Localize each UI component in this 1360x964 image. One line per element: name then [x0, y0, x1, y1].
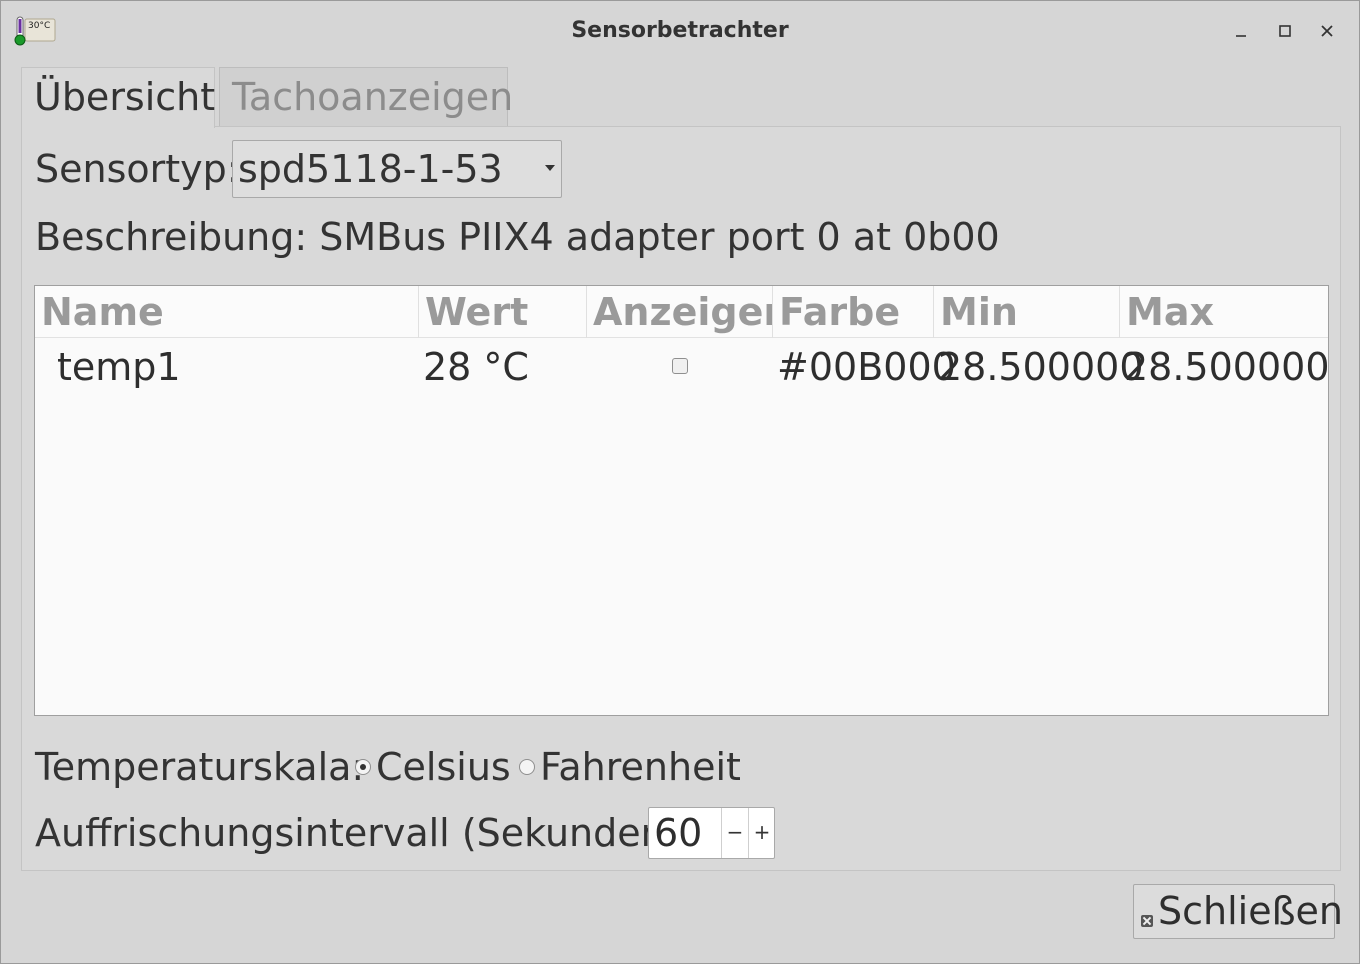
- sensor-type-value: spd5118-1-53: [238, 147, 503, 191]
- table-header: Name Wert Anzeigen Farbe Min Max: [35, 286, 1328, 338]
- fahrenheit-radio[interactable]: [519, 759, 535, 775]
- increment-button[interactable]: +: [748, 808, 775, 858]
- celsius-label[interactable]: Celsius: [376, 745, 511, 789]
- column-header-max[interactable]: Max: [1120, 286, 1328, 338]
- column-header-farbe[interactable]: Farbe: [773, 286, 934, 338]
- window-title: Sensorbetrachter: [571, 18, 789, 43]
- close-button-label: Schließen: [1158, 889, 1343, 933]
- maximize-button[interactable]: [1269, 15, 1301, 47]
- tab-uebersicht[interactable]: Übersicht: [21, 67, 215, 128]
- close-button[interactable]: Schließen: [1133, 884, 1343, 939]
- column-header-wert[interactable]: Wert: [419, 286, 587, 338]
- minimize-button[interactable]: [1225, 15, 1257, 47]
- refresh-interval-label: Auffrischungsintervall (Sekunden):: [35, 811, 693, 855]
- cell-value: 28 °C: [423, 345, 529, 389]
- show-checkbox[interactable]: [672, 358, 688, 374]
- close-icon: [1321, 25, 1333, 37]
- celsius-radio[interactable]: [355, 759, 371, 775]
- cell-min: 28.500000: [938, 345, 1144, 389]
- cell-max: 28.500000: [1124, 345, 1330, 389]
- cell-color: #00B000: [777, 345, 956, 389]
- maximize-icon: [1279, 25, 1291, 37]
- refresh-interval-value[interactable]: 60: [654, 808, 702, 858]
- temperature-scale-label: Temperaturskala:: [35, 745, 365, 789]
- title-bar[interactable]: 30°C Sensorbetrachter: [1, 1, 1359, 61]
- column-header-name[interactable]: Name: [35, 286, 419, 338]
- dropdown-arrow-icon: [545, 165, 555, 171]
- column-header-min[interactable]: Min: [934, 286, 1120, 338]
- overview-panel: Sensortyp: spd5118-1-53 Beschreibung: SM…: [21, 126, 1341, 871]
- sensor-type-dropdown[interactable]: spd5118-1-53: [232, 140, 562, 198]
- tab-tachoanzeigen[interactable]: Tachoanzeigen: [219, 67, 513, 127]
- decrement-button[interactable]: −: [721, 808, 748, 858]
- minimize-icon: [1236, 35, 1246, 37]
- close-window-button[interactable]: [1311, 15, 1343, 47]
- sensor-viewer-window: 30°C Sensorbetrachter Übersicht Tachoanz…: [0, 0, 1360, 964]
- column-header-anzeigen[interactable]: Anzeigen: [587, 286, 773, 338]
- sensor-table[interactable]: Name Wert Anzeigen Farbe Min Max temp1 2…: [34, 285, 1330, 716]
- close-small-icon: [1141, 915, 1153, 927]
- fahrenheit-label[interactable]: Fahrenheit: [540, 745, 741, 789]
- refresh-interval-spinbox[interactable]: 60 − +: [648, 807, 775, 859]
- sensor-description: Beschreibung: SMBus PIIX4 adapter port 0…: [35, 215, 1000, 259]
- sensor-type-label: Sensortyp:: [35, 147, 240, 191]
- cell-name: temp1: [57, 345, 181, 389]
